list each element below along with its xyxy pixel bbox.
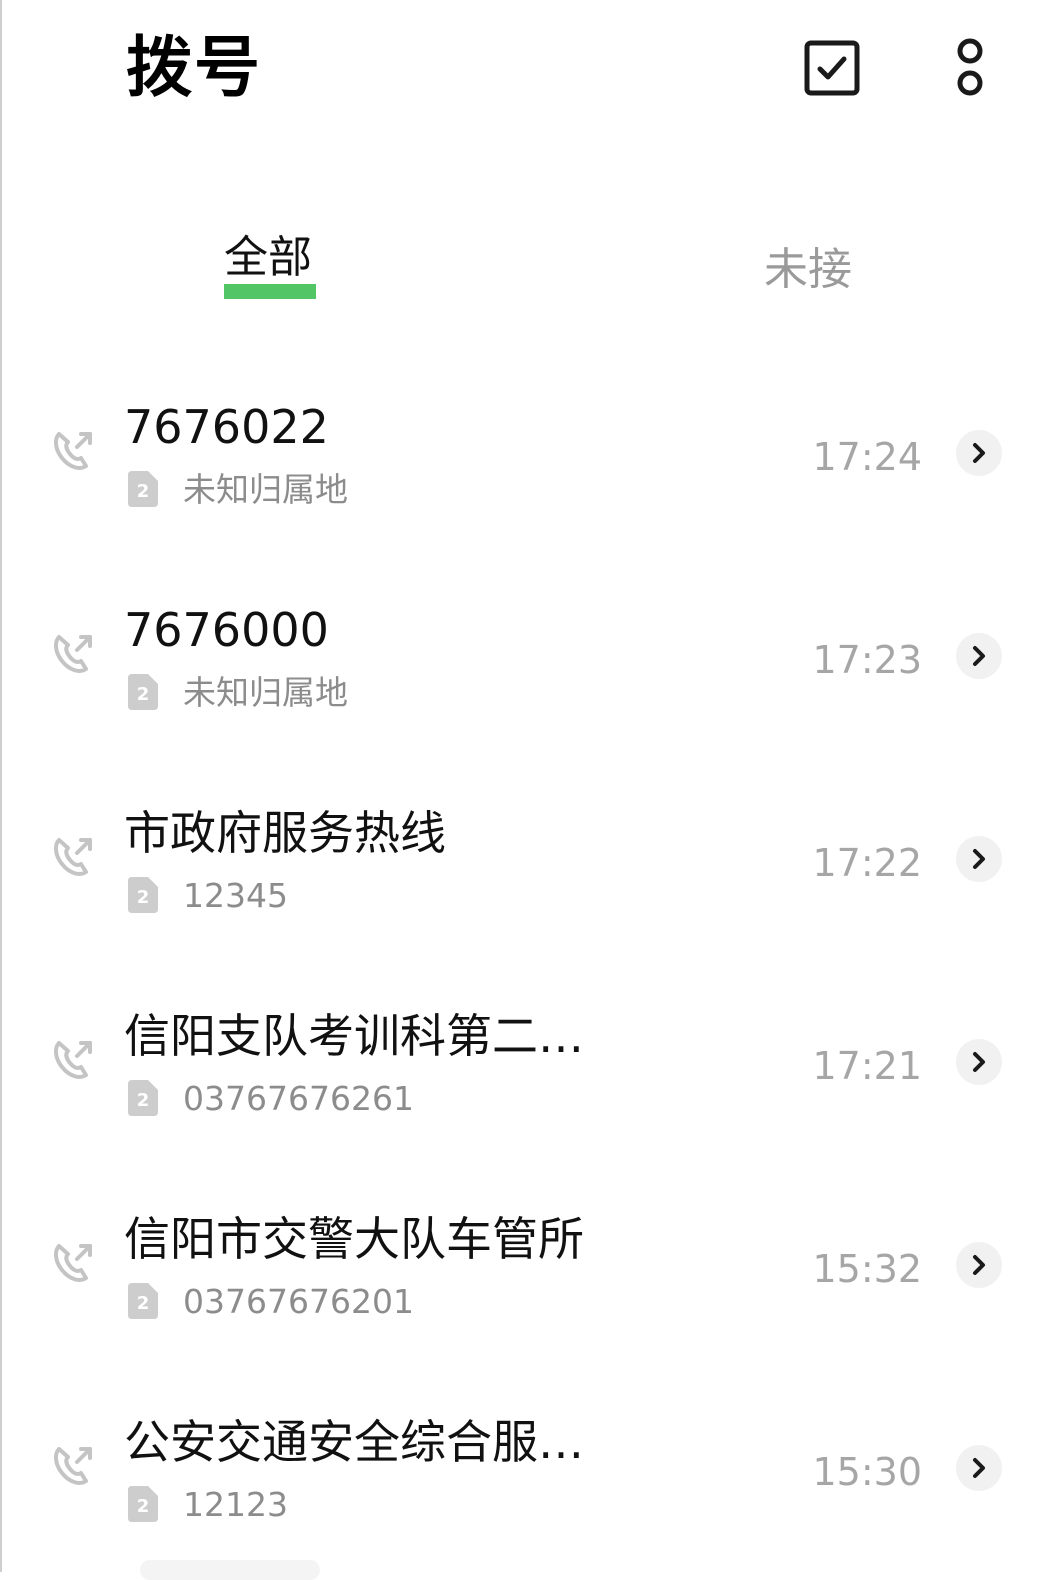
more-options-icon — [957, 38, 983, 96]
sim-card-icon: 2 — [128, 877, 158, 913]
chevron-right-icon — [973, 646, 985, 666]
select-button[interactable] — [792, 28, 872, 108]
outgoing-call-icon — [54, 635, 92, 673]
contact-name: 公安交通安全综合服… — [124, 1415, 584, 1469]
call-time: 17:23 — [812, 638, 922, 682]
call-time: 17:21 — [812, 1044, 922, 1088]
contact-name: 市政府服务热线 — [124, 806, 446, 860]
call-detail-button[interactable] — [956, 1039, 1002, 1085]
page-title: 拨号 — [126, 29, 262, 106]
outgoing-call-icon — [54, 1244, 92, 1282]
svg-text:2: 2 — [137, 887, 150, 908]
call-row[interactable]: 市政府服务热线 2 12345 17:22 — [0, 756, 1056, 959]
contact-name: 7676000 — [124, 603, 329, 657]
call-number: 12345 — [183, 876, 288, 915]
svg-text:2: 2 — [137, 481, 150, 502]
chevron-right-icon — [973, 1255, 985, 1275]
svg-text:2: 2 — [137, 684, 150, 705]
tab-bar: 全部 未接 — [0, 220, 1056, 320]
call-location: 未知归属地 — [183, 470, 348, 509]
call-detail-button[interactable] — [956, 1445, 1002, 1491]
chevron-right-icon — [973, 1458, 985, 1478]
checkbox-icon — [804, 40, 860, 96]
svg-text:2: 2 — [137, 1496, 150, 1517]
contact-name: 信阳支队考训科第二… — [124, 1009, 584, 1063]
call-time: 17:22 — [812, 841, 922, 885]
call-row[interactable]: 公安交通安全综合服… 2 12123 15:30 — [0, 1365, 1056, 1568]
svg-text:2: 2 — [137, 1293, 150, 1314]
call-location: 未知归属地 — [183, 673, 348, 712]
outgoing-call-icon — [54, 432, 92, 470]
contact-name: 信阳市交警大队车管所 — [124, 1212, 584, 1266]
tab-all[interactable]: 全部 — [224, 228, 312, 288]
call-detail-button[interactable] — [956, 430, 1002, 476]
outgoing-call-icon — [54, 838, 92, 876]
call-time: 15:30 — [812, 1450, 922, 1494]
sim-card-icon: 2 — [128, 471, 158, 507]
sim-card-icon: 2 — [128, 1080, 158, 1116]
call-row[interactable]: 信阳支队考训科第二… 2 03767676261 17:21 — [0, 959, 1056, 1162]
call-row[interactable]: 7676000 2 未知归属地 17:23 — [0, 553, 1056, 756]
contact-name: 7676022 — [124, 400, 329, 454]
call-row[interactable]: 信阳市交警大队车管所 2 03767676201 15:32 — [0, 1162, 1056, 1365]
chevron-right-icon — [973, 443, 985, 463]
chevron-right-icon — [973, 849, 985, 869]
call-number: 03767676201 — [183, 1282, 414, 1321]
call-time: 15:32 — [812, 1247, 922, 1291]
sim-card-icon: 2 — [128, 1486, 158, 1522]
outgoing-call-icon — [54, 1041, 92, 1079]
outgoing-call-icon — [54, 1447, 92, 1485]
call-detail-button[interactable] — [956, 836, 1002, 882]
svg-text:2: 2 — [137, 1090, 150, 1111]
call-number: 03767676261 — [183, 1079, 414, 1118]
call-detail-button[interactable] — [956, 1242, 1002, 1288]
sim-card-icon: 2 — [128, 1283, 158, 1319]
call-number: 12123 — [183, 1485, 288, 1524]
more-options-button[interactable] — [930, 28, 1010, 108]
sim-card-icon: 2 — [128, 674, 158, 710]
call-time: 17:24 — [812, 435, 922, 479]
next-row-peek — [140, 1560, 320, 1580]
active-tab-indicator — [224, 284, 316, 299]
call-row[interactable]: 7676022 2 未知归属地 17:24 — [0, 350, 1056, 553]
call-detail-button[interactable] — [956, 633, 1002, 679]
chevron-right-icon — [973, 1052, 985, 1072]
tab-missed[interactable]: 未接 — [764, 240, 852, 300]
